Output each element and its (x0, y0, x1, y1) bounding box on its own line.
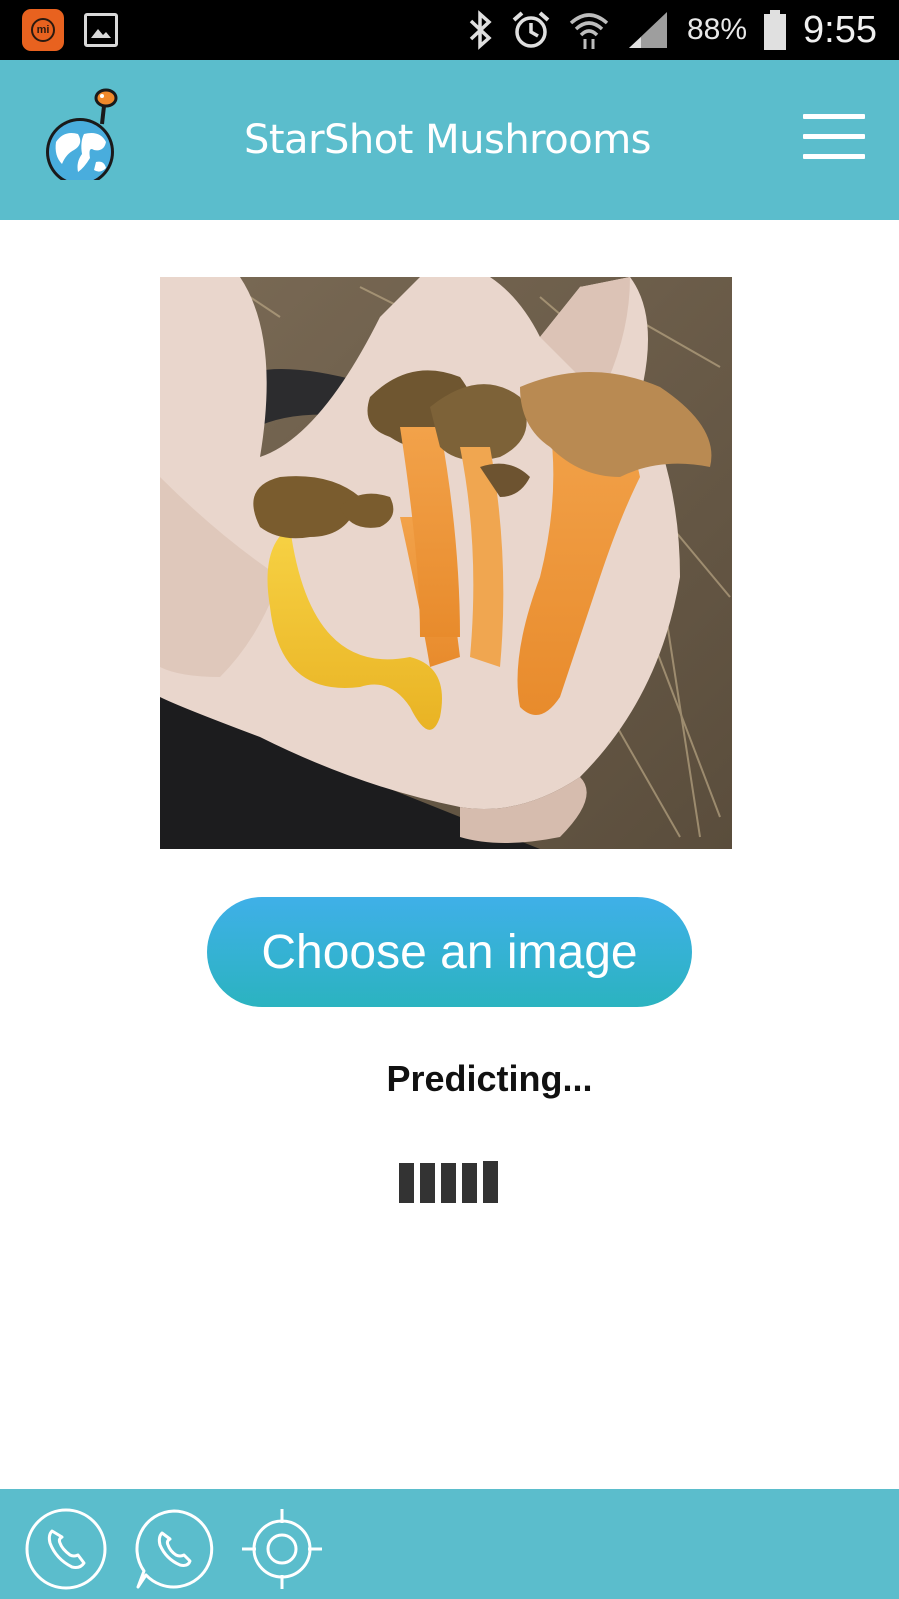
location-target-icon[interactable] (240, 1507, 324, 1591)
battery-icon (764, 10, 787, 50)
signal-icon (628, 12, 667, 48)
prediction-status: Predicting... (386, 1058, 593, 1099)
status-bar-left: mi (22, 9, 118, 51)
loading-bars-icon (399, 1161, 498, 1203)
choose-image-button[interactable]: Choose an image (207, 897, 692, 1007)
battery-percent: 88% (686, 13, 748, 46)
mi-app-icon: mi (22, 9, 64, 51)
gallery-icon (84, 13, 118, 47)
app-header: StarShot Mushrooms (0, 60, 899, 220)
status-bar-right: 88% 9:55 (465, 0, 877, 60)
hamburger-menu-icon[interactable] (803, 114, 865, 160)
clock: 9:55 (803, 8, 877, 51)
app-title: StarShot Mushrooms (243, 117, 652, 163)
alarm-icon (512, 11, 550, 48)
status-bar: mi 88% 9:55 (0, 0, 899, 60)
wifi-icon (569, 13, 609, 49)
whatsapp-icon[interactable] (132, 1507, 216, 1591)
bottom-bar (0, 1489, 899, 1599)
phone-icon[interactable] (24, 1507, 108, 1591)
bluetooth-icon (469, 10, 492, 50)
mushroom-photo (160, 277, 732, 849)
